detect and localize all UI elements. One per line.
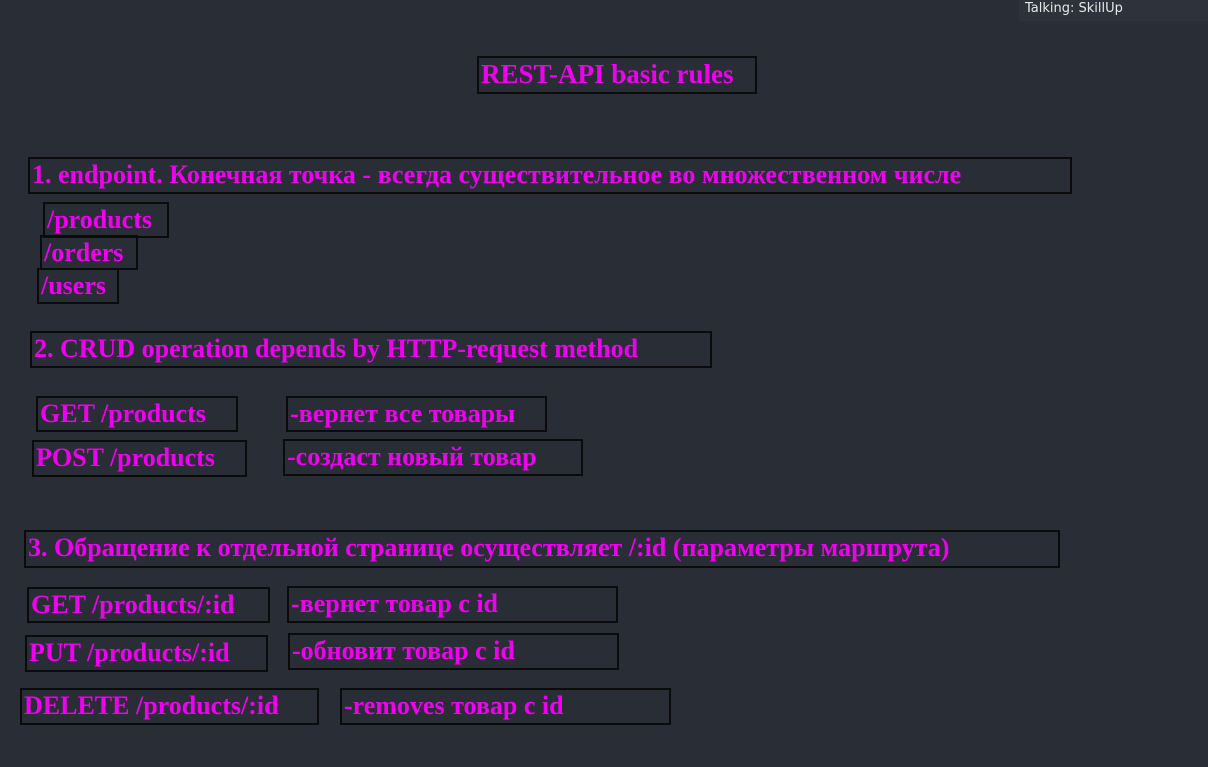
endpoint-orders: /orders: [40, 235, 138, 270]
endpoint-products: /products: [43, 202, 169, 238]
delete-product-id-description: -removes товар с id: [340, 688, 671, 725]
endpoint-users: /users: [37, 268, 119, 304]
post-products-description: -создаст новый товар: [283, 439, 583, 476]
delete-product-id-request: DELETE /products/:id: [20, 688, 319, 725]
rule3-heading: 3. Обращение к отдельной странице осущес…: [24, 530, 1060, 568]
slide-title: REST-API basic rules: [477, 56, 757, 94]
rule2-heading: 2. CRUD operation depends by HTTP-reques…: [30, 331, 712, 368]
get-products-request: GET /products: [36, 396, 238, 432]
get-products-description: -вернет все товары: [286, 396, 547, 432]
talking-indicator: Talking: SkillUp: [1019, 0, 1208, 21]
post-products-request: POST /products: [32, 440, 247, 477]
get-product-id-description: -вернет товар с id: [287, 586, 618, 623]
put-product-id-request: PUT /products/:id: [25, 635, 268, 672]
put-product-id-description: -обновит товар с id: [288, 633, 619, 670]
get-product-id-request: GET /products/:id: [27, 587, 270, 623]
rule1-heading: 1. endpoint. Конечная точка - всегда сущ…: [28, 157, 1072, 194]
